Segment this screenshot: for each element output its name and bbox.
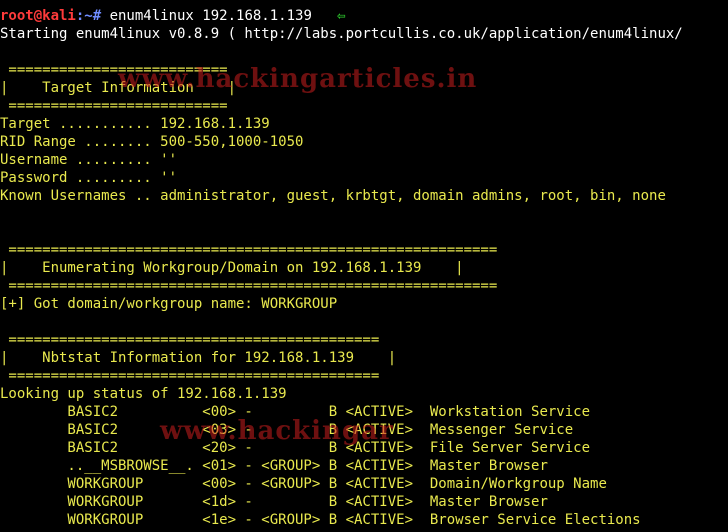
nbt-row: WORKGROUP <1e> - <GROUP> B <ACTIVE> Brow… — [0, 512, 641, 528]
banner-line: Starting enum4linux v0.8.9 ( http://labs… — [0, 26, 683, 42]
left-arrow-icon: ⇦ — [311, 8, 346, 24]
prompt-user-host: root@kali — [0, 8, 76, 24]
nbt-row: WORKGROUP <00> - <GROUP> B <ACTIVE> Doma… — [0, 476, 607, 492]
section-border: ========================================… — [0, 278, 498, 294]
target-info-line: RID Range ........ 500-550,1000-1050 — [0, 134, 304, 150]
workgroup-result-line: [+] Got domain/workgroup name: WORKGROUP — [0, 296, 338, 312]
command-text: enum4linux 192.168.1.139 — [109, 8, 312, 24]
nbt-row: ..__MSBROWSE__. <01> - <GROUP> B <ACTIVE… — [0, 458, 548, 474]
target-info-line: Target ........... 192.168.1.139 — [0, 116, 270, 132]
section-title-target: | Target Information | — [0, 80, 237, 96]
prompt-path: :~# — [75, 8, 110, 24]
nbt-lookup-line: Looking up status of 192.168.1.139 — [0, 386, 287, 402]
section-title-nbtstat: | Nbtstat Information for 192.168.1.139 … — [0, 350, 397, 366]
target-info-line: Username ......... '' — [0, 152, 178, 168]
nbt-row: BASIC2 <03> - B <ACTIVE> Messenger Servi… — [0, 422, 574, 438]
target-info-line: Password ......... '' — [0, 170, 178, 186]
nbt-row: BASIC2 <20> - B <ACTIVE> File Server Ser… — [0, 440, 591, 456]
section-border: ========================================… — [0, 242, 498, 258]
section-border: ========================================… — [0, 332, 380, 348]
target-info-line: Known Usernames .. administrator, guest,… — [0, 188, 666, 204]
section-border: ========================== — [0, 62, 228, 78]
section-border: ========================================… — [0, 368, 380, 384]
section-border: ========================== — [0, 98, 228, 114]
section-title-workgroup: | Enumerating Workgroup/Domain on 192.16… — [0, 260, 464, 276]
command-prompt-line: root@kali:~# enum4linux 192.168.1.139 ⇦ — [0, 7, 728, 25]
nbt-row: BASIC2 <00> - B <ACTIVE> Workstation Ser… — [0, 404, 591, 420]
nbt-row: WORKGROUP <1d> - B <ACTIVE> Master Brows… — [0, 494, 548, 510]
terminal-window[interactable]: root@kali:~# enum4linux 192.168.1.139 ⇦ … — [0, 7, 728, 529]
